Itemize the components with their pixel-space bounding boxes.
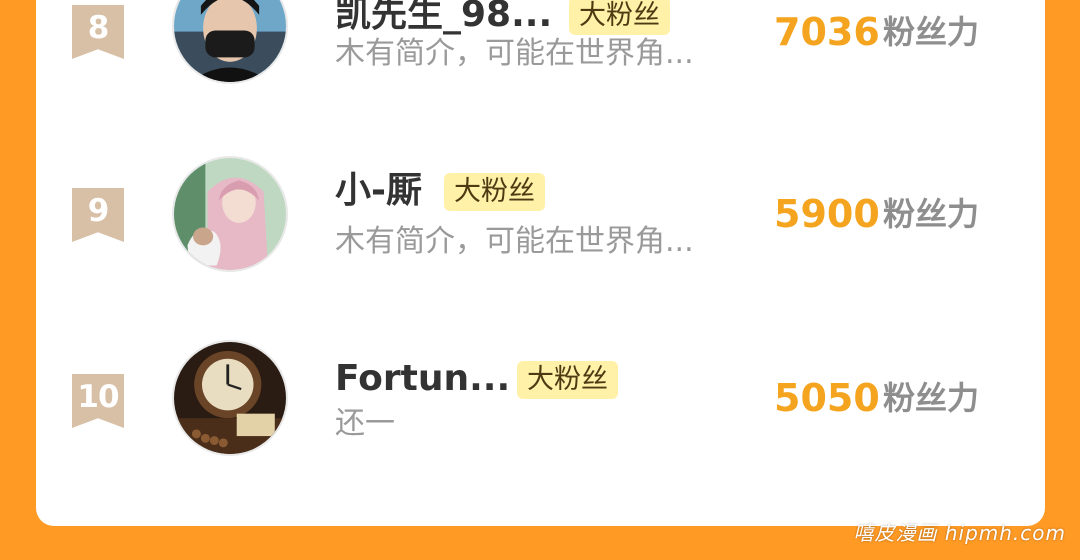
user-bio: 木有简介，可能在世界角... xyxy=(335,224,694,259)
user-name[interactable]: 小-厮 xyxy=(335,169,422,213)
user-bio: 还一 xyxy=(335,406,395,441)
user-avatar[interactable] xyxy=(172,0,288,84)
rank-ribbon-icon: 10 xyxy=(72,374,124,428)
rank-ribbon-icon: 8 xyxy=(72,5,124,59)
fan-score: 5900 xyxy=(774,192,880,236)
user-name[interactable]: Fortun... xyxy=(335,357,510,401)
ranking-row[interactable]: 10 Fortun... 大粉丝 还一 5050 粉丝力 xyxy=(36,340,1045,490)
user-bio: 木有简介，可能在世界角... xyxy=(335,36,694,71)
user-avatar[interactable] xyxy=(172,340,288,456)
masked-person-icon xyxy=(174,0,286,82)
fan-score: 7036 xyxy=(774,10,880,54)
user-avatar[interactable] xyxy=(172,156,288,272)
user-name[interactable]: 凯先生_98... xyxy=(335,0,552,37)
ranking-row[interactable]: 8 凯先生_98... 大粉丝 木有简介，可能在世界角... 7036 粉丝力 xyxy=(36,0,1045,130)
rank-ribbon-icon: 9 xyxy=(72,188,124,242)
fan-score-label: 粉丝力 xyxy=(883,379,980,417)
antique-clock-icon xyxy=(174,342,286,454)
pink-hair-girl-icon xyxy=(174,158,286,270)
ranking-card: 8 凯先生_98... 大粉丝 木有简介，可能在世界角... 7036 粉丝力 … xyxy=(36,0,1045,526)
fan-level-badge: 大粉丝 xyxy=(517,361,618,399)
fan-level-badge: 大粉丝 xyxy=(444,173,545,211)
site-watermark: 嘻皮漫画 hipmh.com xyxy=(853,521,1066,545)
fan-score-label: 粉丝力 xyxy=(883,13,980,51)
fan-score: 5050 xyxy=(774,376,880,420)
fan-level-badge: 大粉丝 xyxy=(569,0,670,35)
ranking-row[interactable]: 9 小-厮 大粉丝 木有简介，可能在世界角... 5900 粉丝力 xyxy=(36,156,1045,306)
fan-score-label: 粉丝力 xyxy=(883,195,980,233)
